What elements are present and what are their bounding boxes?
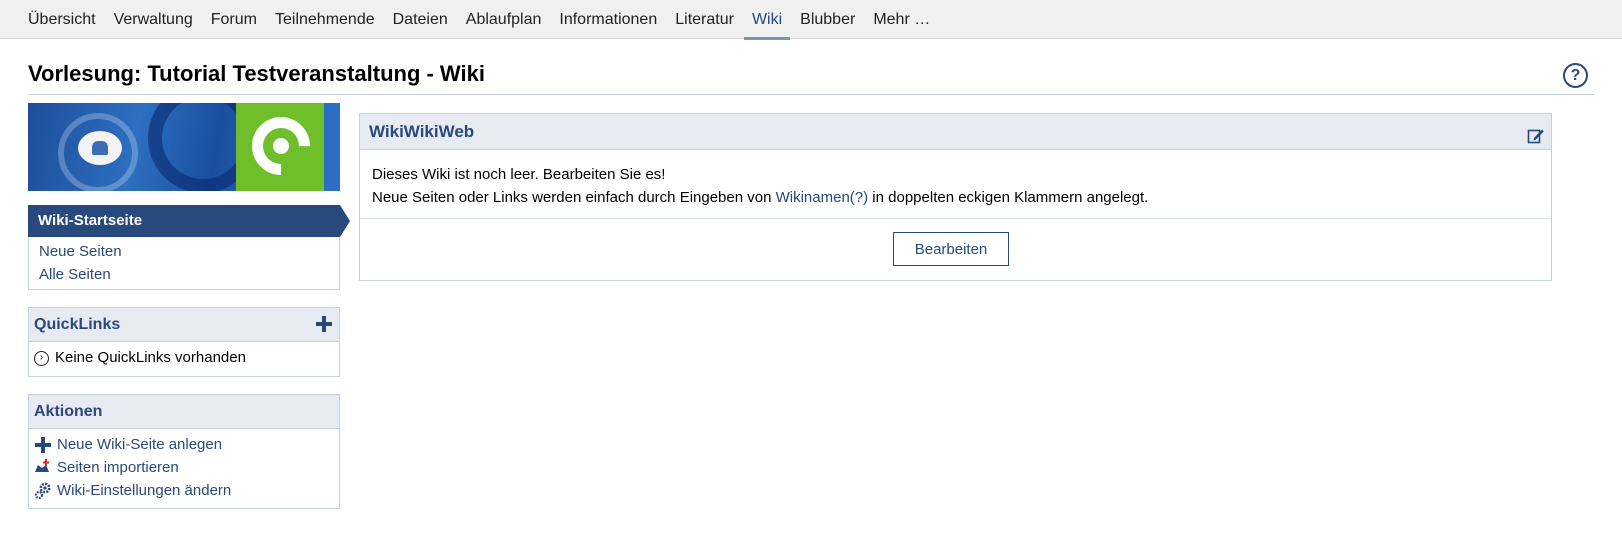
decor-strip xyxy=(324,103,340,191)
wiki-page-header: WikiWikiWeb xyxy=(360,114,1551,150)
quicklinks-empty-row: › Keine QuickLinks vorhanden xyxy=(34,346,334,370)
tab-uebersicht[interactable]: Übersicht xyxy=(28,0,96,39)
viking-helmet-icon xyxy=(78,131,122,165)
tab-teilnehmende[interactable]: Teilnehmende xyxy=(275,0,375,39)
tab-mehr[interactable]: Mehr … xyxy=(873,0,930,39)
tab-ablaufplan[interactable]: Ablaufplan xyxy=(466,0,542,39)
logo-dot xyxy=(273,138,289,154)
actions-header: Aktionen xyxy=(29,395,339,429)
action-new-wiki-page[interactable]: Neue Wiki-Seite anlegen xyxy=(34,433,334,456)
edit-button[interactable]: Bearbeiten xyxy=(893,232,1009,266)
action-label: Seiten importieren xyxy=(57,459,179,476)
wiki-page-content: WikiWikiWeb Dieses Wiki ist noch leer. B… xyxy=(359,113,1552,281)
tab-blubber[interactable]: Blubber xyxy=(800,0,855,39)
quicklinks-body: › Keine QuickLinks vorhanden xyxy=(29,342,339,376)
action-label: Wiki-Einstellungen ändern xyxy=(57,482,232,499)
import-svg xyxy=(35,458,49,472)
tab-literatur[interactable]: Literatur xyxy=(675,0,734,39)
wiki-hint-prefix: Neue Seiten oder Links werden einfach du… xyxy=(372,189,776,206)
settings-icon xyxy=(34,482,52,500)
tab-dateien[interactable]: Dateien xyxy=(393,0,448,39)
quicklinks-empty-text: Keine QuickLinks vorhanden xyxy=(55,349,246,366)
gears-svg xyxy=(34,482,51,499)
wiki-page-footer: Bearbeiten xyxy=(360,219,1551,279)
quicklinks-widget: QuickLinks › Keine QuickLinks vorhanden xyxy=(28,307,340,377)
actions-body: Neue Wiki-Seite anlegen Seiten importier… xyxy=(29,429,339,508)
wikinamen-help-link[interactable]: Wikinamen(?) xyxy=(776,189,869,206)
nav-item-neue-seiten[interactable]: Neue Seiten xyxy=(29,240,339,263)
course-avatar-image xyxy=(28,103,340,191)
sidebar: Wiki-Startseite Neue Seiten Alle Seiten … xyxy=(28,103,350,509)
nav-item-alle-seiten[interactable]: Alle Seiten xyxy=(29,263,339,286)
actions-title: Aktionen xyxy=(34,403,103,420)
quicklinks-title: QuickLinks xyxy=(34,316,121,333)
empty-wiki-message: Dieses Wiki ist noch leer. Bearbeiten Si… xyxy=(372,166,666,183)
edit-icon[interactable] xyxy=(1527,122,1545,144)
title-divider xyxy=(28,94,1594,95)
help-icon[interactable]: ? xyxy=(1563,63,1588,88)
tab-verwaltung[interactable]: Verwaltung xyxy=(114,0,193,39)
action-wiki-settings[interactable]: Wiki-Einstellungen ändern xyxy=(34,479,334,502)
wiki-hint-suffix: in doppelten eckigen Klammern angelegt. xyxy=(868,189,1149,206)
action-import-pages[interactable]: Seiten importieren xyxy=(34,456,334,479)
wiki-page-body: Dieses Wiki ist noch leer. Bearbeiten Si… xyxy=(360,150,1551,219)
tab-forum[interactable]: Forum xyxy=(211,0,257,39)
actions-widget: Aktionen Neue Wiki-Seite anlegen Seiten … xyxy=(28,394,340,509)
circle-arrow-icon: › xyxy=(34,350,49,366)
tab-wiki[interactable]: Wiki xyxy=(743,0,791,40)
course-tab-bar: Übersicht Verwaltung Forum Teilnehmende … xyxy=(0,0,1622,40)
tab-informationen[interactable]: Informationen xyxy=(559,0,657,39)
wiki-hint: Neue Seiten oder Links werden einfach du… xyxy=(372,186,1539,209)
wiki-nav: Wiki-Startseite Neue Seiten Alle Seiten xyxy=(28,205,350,290)
action-label: Neue Wiki-Seite anlegen xyxy=(57,436,223,453)
wiki-page-title: WikiWikiWeb xyxy=(369,122,475,141)
plus-icon xyxy=(34,436,52,454)
quicklinks-header: QuickLinks xyxy=(29,308,339,342)
edit-svg xyxy=(1527,129,1544,144)
studip-logo xyxy=(236,103,324,191)
add-quicklink-plus-icon[interactable] xyxy=(315,315,333,333)
page-title: Vorlesung: Tutorial Testveranstaltung - … xyxy=(28,61,485,86)
nav-item-wiki-startseite[interactable]: Wiki-Startseite xyxy=(28,205,350,237)
import-icon xyxy=(34,458,52,477)
